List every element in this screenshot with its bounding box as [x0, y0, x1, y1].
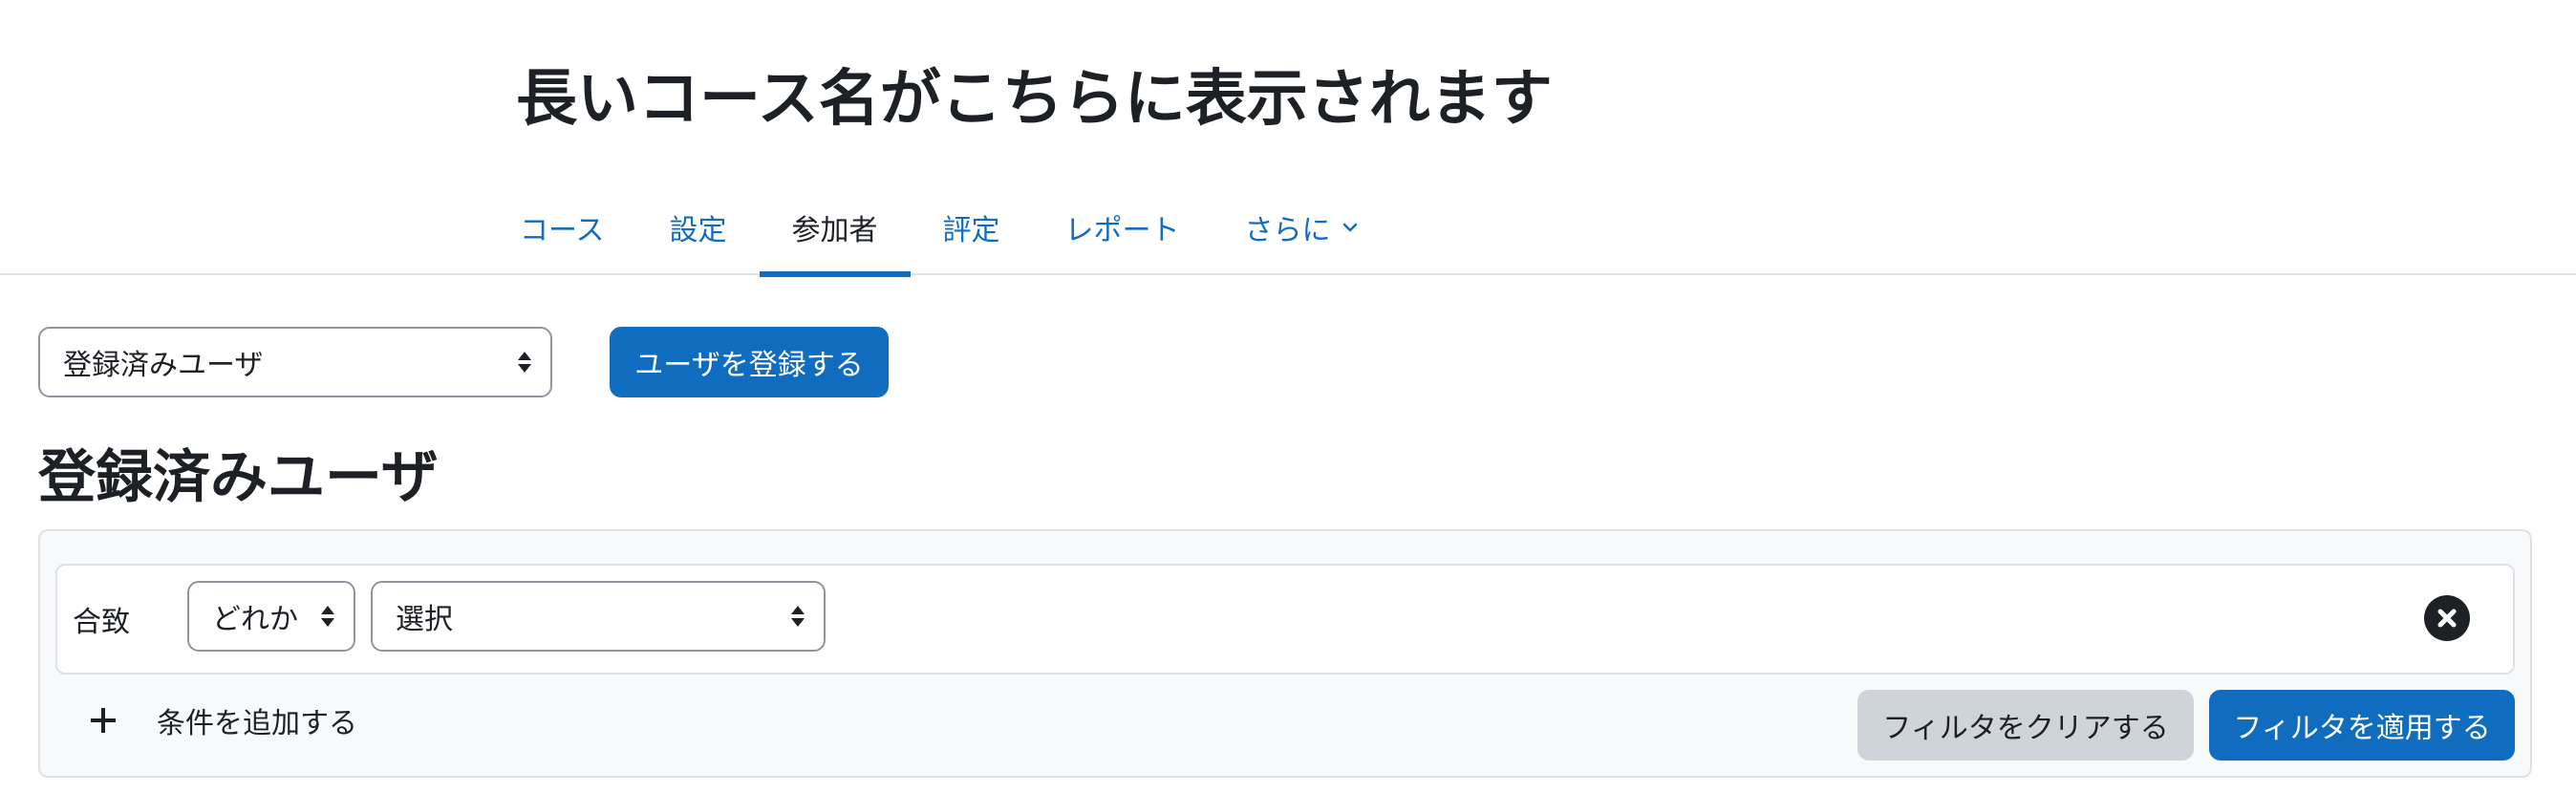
select-value: どれか: [212, 603, 298, 636]
nav-tab-label: 評定: [942, 214, 1000, 247]
nav-tab-course[interactable]: コース: [487, 180, 637, 275]
match-type-select[interactable]: どれか: [187, 581, 355, 652]
match-label: 合致: [73, 606, 130, 639]
close-circle-icon[interactable]: [2423, 594, 2471, 642]
filter-type-select[interactable]: 選択: [371, 581, 826, 652]
nav-tab-participants[interactable]: 参加者: [759, 180, 911, 277]
enrolment-view-select[interactable]: 登録済みユーザ: [38, 327, 552, 397]
nav-tab-settings[interactable]: 設定: [637, 180, 760, 275]
sort-caret-icon: [321, 606, 334, 627]
select-value: 選択: [396, 603, 453, 636]
course-header: 長いコース名がこちらに表示されます コース 設定 参加者 評定 レポート さらに: [0, 0, 2576, 277]
course-title: 長いコース名がこちらに表示されます: [516, 64, 1553, 135]
nav-tab-label: さらに: [1244, 214, 1331, 247]
nav-tab-label: コース: [520, 214, 605, 247]
nav-tab-reports[interactable]: レポート: [1033, 180, 1213, 275]
nav-tab-label: 参加者: [791, 214, 878, 247]
page-title: 登録済みユーザ: [38, 444, 439, 511]
filter-row: 合致 どれか 選択: [55, 564, 2515, 675]
sort-caret-icon: [518, 352, 531, 373]
enrol-users-button[interactable]: ユーザを登録する: [610, 327, 889, 397]
add-condition-label: 条件を追加する: [157, 707, 357, 740]
nav-tab-label: レポート: [1064, 214, 1180, 247]
nav-tab-grades[interactable]: 評定: [911, 180, 1033, 275]
chevron-down-icon: [1342, 223, 1357, 232]
select-value: 登録済みユーザ: [63, 349, 264, 382]
add-condition-button[interactable]: 条件を追加する: [88, 684, 357, 757]
filter-panel: 合致 どれか 選択 条件を追加する フィルタをクリアする フィルタを適用する: [38, 529, 2532, 778]
plus-icon: [91, 708, 116, 733]
nav-tab-more[interactable]: さらに: [1213, 180, 1392, 275]
clear-filters-button[interactable]: フィルタをクリアする: [1857, 690, 2194, 761]
nav-tab-label: 設定: [669, 214, 727, 247]
sort-caret-icon: [791, 606, 805, 627]
apply-filters-button[interactable]: フィルタを適用する: [2209, 690, 2515, 761]
course-secondary-nav: コース 設定 参加者 評定 レポート さらに: [487, 180, 1392, 277]
